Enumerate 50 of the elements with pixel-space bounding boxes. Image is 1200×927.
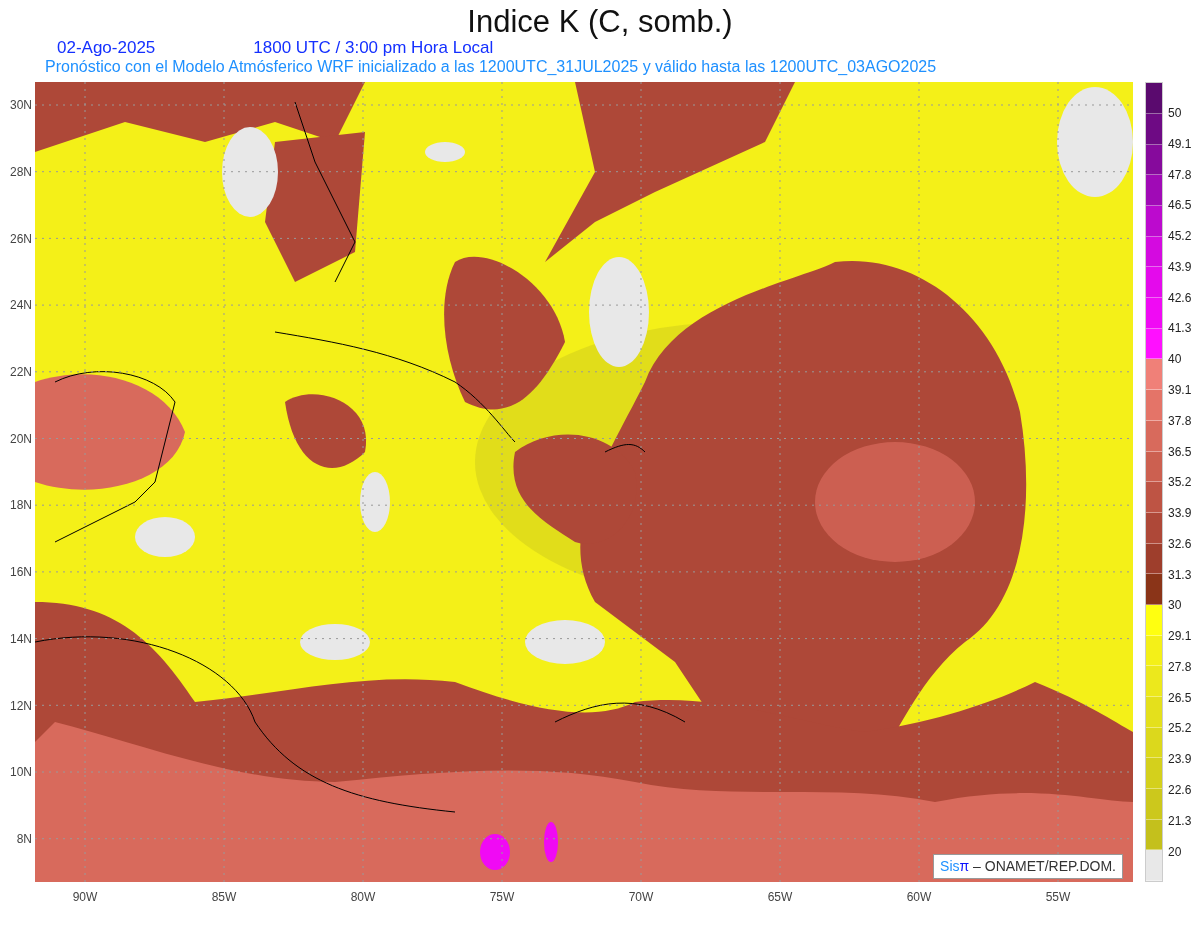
colorbar-label: 27.8 (1168, 658, 1192, 676)
colorbar-label: 32.6 (1168, 535, 1192, 553)
colorbar-label: 30 (1168, 597, 1182, 615)
longitude-label: 80W (350, 889, 376, 907)
latitude-label: 12N (10, 697, 32, 715)
colorbar-label: 49.1 (1168, 135, 1192, 153)
forecast-description: Pronóstico con el Modelo Atmósferico WRF inicializado a las 1200UTC_31JUL2025 y válido hasta las 1200UTC_03AGO2025 (45, 57, 937, 75)
colorbar-label: 25.2 (1168, 720, 1192, 738)
colorbar-label: 50 (1168, 105, 1182, 123)
colorbar-label: 23.9 (1168, 751, 1192, 769)
longitude-label: 70W (628, 889, 654, 907)
longitude-label: 60W (906, 889, 932, 907)
latitude-label: 14N (10, 630, 32, 648)
longitude-label: 75W (489, 889, 515, 907)
colorbar-label: 43.9 (1168, 258, 1192, 276)
latitude-label: 20N (10, 430, 32, 448)
colorbar-label: 20 (1168, 843, 1182, 861)
colorbar-label: 21.3 (1168, 812, 1192, 830)
colorbar-label: 42.6 (1168, 289, 1192, 307)
latitude-label: 24N (10, 297, 32, 315)
latitude-label: 26N (10, 230, 32, 248)
colorbar-label: 40 (1168, 351, 1182, 369)
colorbar-label: 45.2 (1168, 228, 1192, 246)
colorbar-label: 36.5 (1168, 443, 1192, 461)
colorbar-label: 46.5 (1168, 197, 1192, 215)
longitude-label: 85W (211, 889, 237, 907)
colorbar-label: 31.3 (1168, 566, 1192, 584)
latitude-label: 10N (10, 764, 32, 782)
longitude-label: 55W (1045, 889, 1071, 907)
latitude-label: 22N (10, 364, 32, 382)
latitude-label: 18N (10, 497, 32, 515)
latitude-label: 8N (16, 830, 32, 848)
chart-title: Indice K (C, somb.) (467, 3, 733, 37)
longitude-label: 90W (72, 889, 98, 907)
longitude-label: 65W (767, 889, 793, 907)
colorbar-label: 26.5 (1168, 689, 1192, 707)
colorbar-label: 35.2 (1168, 474, 1192, 492)
colorbar-label: 41.3 (1168, 320, 1192, 338)
latitude-label: 28N (10, 163, 32, 181)
colorbar-label: 47.8 (1168, 166, 1192, 184)
colorbar-label: 22.6 (1168, 781, 1192, 799)
colorbar-label: 39.1 (1168, 381, 1192, 399)
date-label: 02-Ago-2025 (57, 39, 156, 58)
colorbar-label: 29.1 (1168, 628, 1192, 646)
time-label: 1800 UTC / 3:00 pm Hora Local (253, 39, 494, 58)
colorbar-label: 33.9 (1168, 505, 1192, 523)
credit-label: Sisπ – ONAMET/REP.DOM. (933, 854, 1123, 880)
colorbar-label: 37.8 (1168, 412, 1192, 430)
latitude-label: 30N (10, 97, 32, 115)
latitude-label: 16N (10, 564, 32, 582)
